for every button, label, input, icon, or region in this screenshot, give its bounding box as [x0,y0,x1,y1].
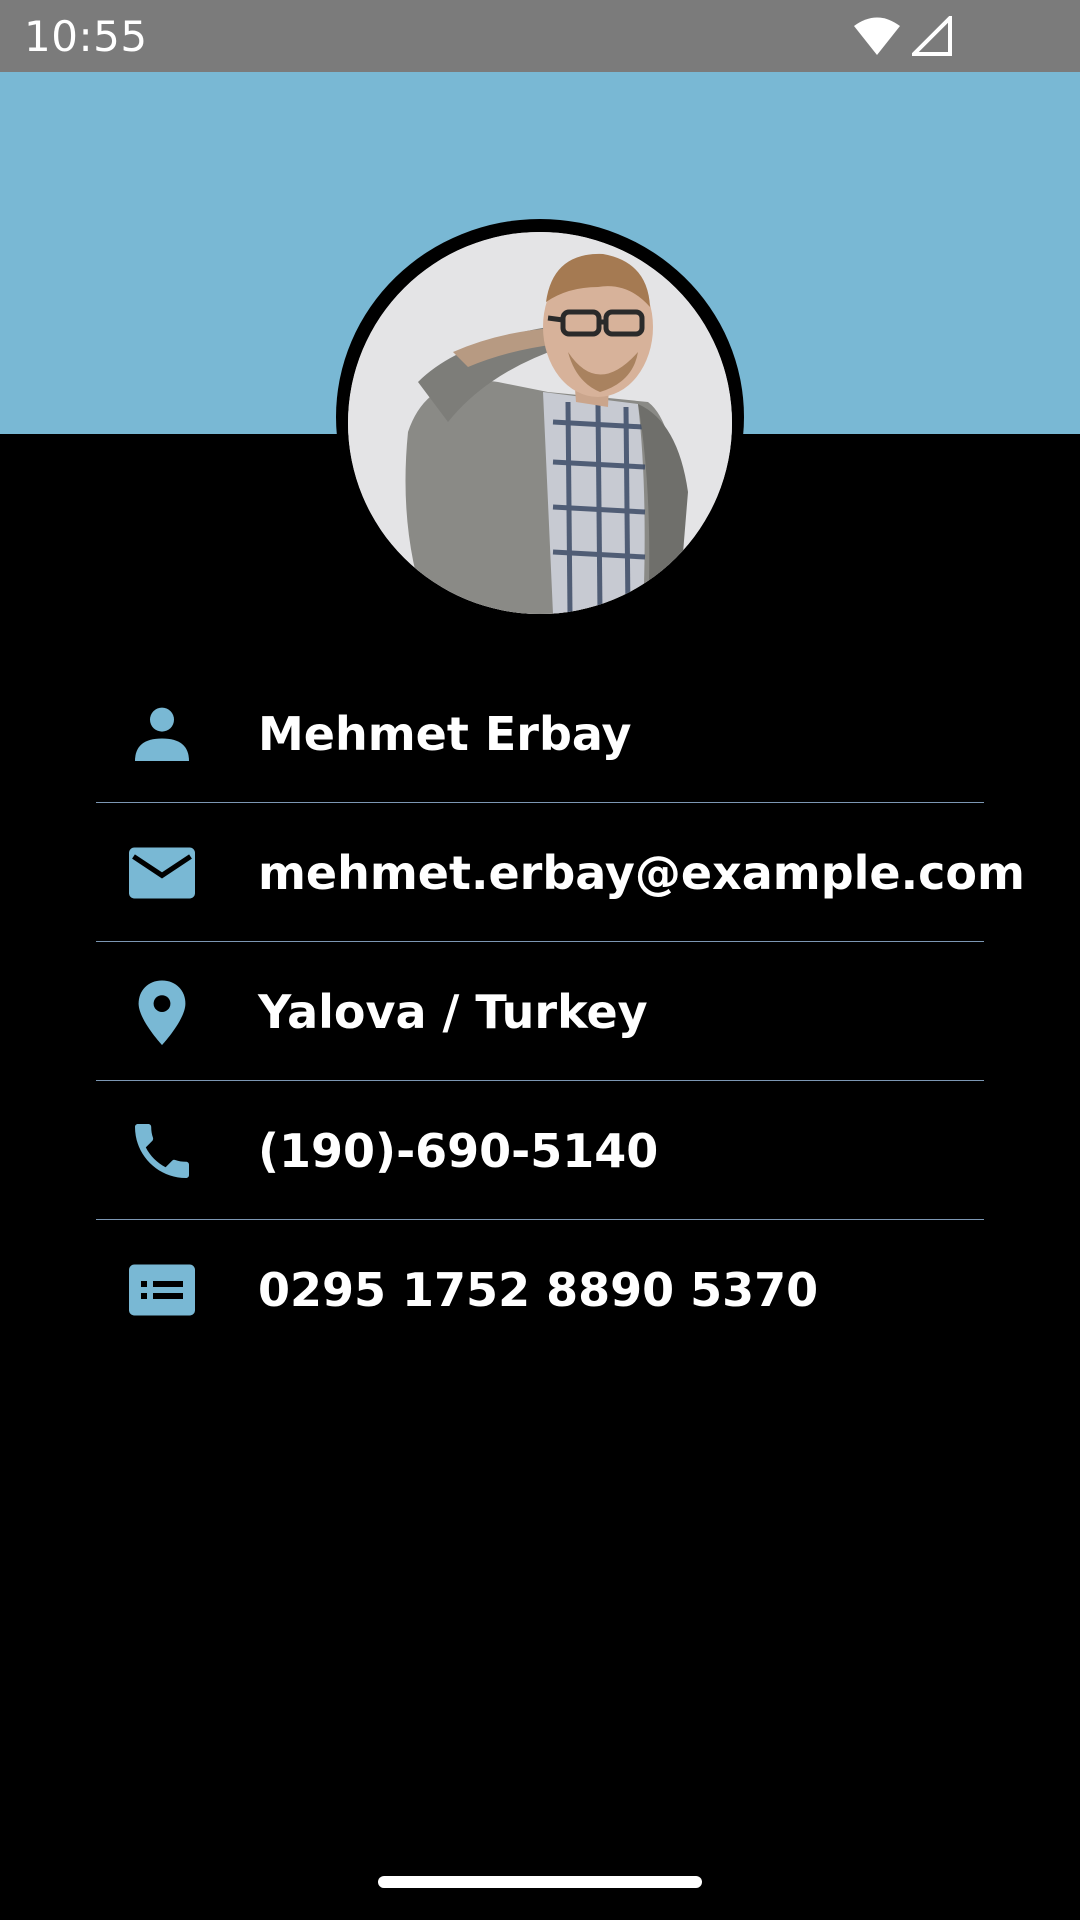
wifi-icon [854,17,900,55]
home-indicator[interactable] [378,1876,702,1888]
contact-info-list: Mehmet Erbay mehmet.erbay@example.com Ya… [96,664,1025,1358]
status-time: 10:55 [24,12,148,61]
id-number-text: 0295 1752 8890 5370 [258,1263,819,1317]
email-icon [129,847,195,899]
id-card-icon [129,1264,195,1316]
list-item-phone[interactable]: (190)-690-5140 [96,1081,984,1220]
cell-signal-icon [912,16,952,56]
location-pin-icon [138,980,186,1045]
list-item-location[interactable]: Yalova / Turkey [96,942,984,1081]
list-item-email[interactable]: mehmet.erbay@example.com [96,803,1025,942]
list-item-id-number[interactable]: 0295 1752 8890 5370 [96,1220,984,1358]
profile-photo [348,232,732,614]
phone-text: (190)-690-5140 [258,1124,659,1178]
status-bar: 10:55 [0,0,1080,72]
avatar[interactable] [348,232,732,614]
person-icon [135,707,189,761]
email-text: mehmet.erbay@example.com [258,846,1025,900]
phone-icon [135,1124,189,1178]
profile-screen: 10:55 Mehmet Erbay mehmet.erbay@example.… [0,0,1080,1920]
location-text: Yalova / Turkey [258,985,648,1039]
list-item-name[interactable]: Mehmet Erbay [96,664,984,803]
name-text: Mehmet Erbay [258,707,632,761]
status-icons [854,14,952,58]
